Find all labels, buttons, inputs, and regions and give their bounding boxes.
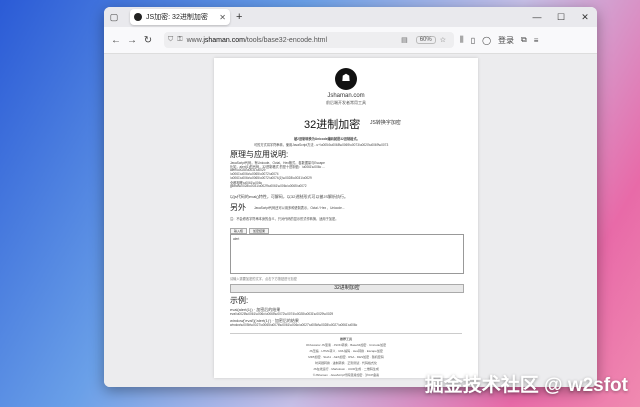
example1-code: eval\u0028\u0061\u006c\u0065\u0072\u0074…	[230, 312, 334, 316]
close-tab-icon[interactable]: ✕	[219, 13, 226, 22]
toolbar-right: ⫼ ▯ ◯ 登录 ⧉ ≡	[460, 35, 545, 46]
page-title: 32进制加密	[304, 119, 361, 131]
example2-code: window\u005b\u0027\u0065\u0076\u0061\u00…	[230, 323, 358, 327]
tab-bar: ▢ JS加密: 32进制加密 ✕ + — ☐ ✕	[104, 7, 597, 27]
watermark-text: 掘金技术社区 @ w2sfot	[424, 375, 628, 396]
footer-links-row[interactable]: Obfuscator JS混淆 · JSON转换 · Base64加密 · Un…	[214, 343, 478, 347]
intro-text: 可的方式将字符串转，使用JavaScript方法 - u+\u0054\u006…	[254, 143, 389, 147]
nav-bar: ← → ↻ ⛉ ⚿ www.jshaman.com/tools/base32-e…	[104, 27, 597, 54]
back-icon[interactable]: ←	[108, 35, 124, 46]
maximize-icon[interactable]: ☐	[549, 12, 573, 23]
section-example-heading: 示例:	[230, 296, 249, 305]
zoom-indicator[interactable]: 60%	[415, 36, 436, 44]
favicon-icon	[134, 13, 142, 21]
lock-icon: ⚿	[177, 36, 183, 43]
close-window-icon[interactable]: ✕	[573, 12, 597, 23]
site-tagline: 前后端开发者常用工具	[326, 100, 366, 105]
extensions-icon[interactable]: ⧉	[521, 35, 527, 45]
input-hint: 请输入需要加密的文字，点击下方按钮进行加密	[230, 277, 297, 281]
other-line: JavaScript代码还可以用多种进制表示，Octal / Hex 、Unic…	[254, 206, 345, 210]
footer-heading: 推荐工具	[339, 337, 352, 341]
input-textarea[interactable]: alert	[230, 234, 464, 274]
other-note: 注：不会修改字符串本身的含义，只对代码的显示形式作转换，适用于加密。	[230, 217, 339, 221]
bookmark-star-icon[interactable]: ☆	[440, 36, 446, 44]
textarea-content: alert	[233, 237, 240, 241]
login-label[interactable]: 登录	[498, 35, 514, 46]
account-icon[interactable]: ◯	[482, 36, 491, 45]
web-page: ☗ Jshaman.com 前后端开发者常用工具 32进制加密 JS转换字加密 …	[214, 58, 478, 378]
section-other-heading: 另外	[230, 203, 246, 212]
principle-line: global\u0028\u0031\u0029\u0061\u006c\u00…	[230, 184, 307, 188]
sidebar-icon[interactable]: ▯	[471, 36, 475, 45]
window-controls: — ☐ ✕	[525, 12, 597, 23]
page-title-side: JS转换字加密	[370, 120, 401, 126]
new-tab-button[interactable]: +	[236, 11, 242, 23]
notice-text: 被2进制转换为Unicode编码就是32进制格式。	[294, 137, 360, 141]
footer-links-row[interactable]: JS压缩 · HTML转义 · URL编码 · Hex转换 · Escape加密	[214, 349, 478, 353]
reload-icon[interactable]: ↻	[140, 35, 156, 46]
library-icon[interactable]: ⫼	[460, 35, 464, 45]
reader-icon[interactable]: ▤	[401, 36, 408, 44]
browser-window: ▢ JS加密: 32进制加密 ✕ + — ☐ ✕ ← → ↻ ⛉ ⚿ www.j…	[104, 7, 597, 387]
forward-icon[interactable]: →	[124, 35, 140, 46]
footer-links-row[interactable]: 时间戳转换 · 进制转换 · 正则测试 · 代码格式化	[214, 361, 478, 365]
site-name: Jshaman.com	[327, 93, 365, 99]
eval-line: 以js代码的eval()特性，可解码，以32进制形式可以被JS解析执行。	[230, 194, 349, 199]
minimize-icon[interactable]: —	[525, 12, 549, 23]
page-viewport: ☗ Jshaman.com 前后端开发者常用工具 32进制加密 JS转换字加密 …	[104, 54, 597, 387]
address-bar[interactable]: ⛉ ⚿ www.jshaman.com/tools/base32-encode.…	[164, 32, 454, 48]
active-tab[interactable]: JS加密: 32进制加密 ✕	[130, 9, 230, 25]
tab-title: JS加密: 32进制加密	[146, 14, 208, 21]
site-logo-icon[interactable]: ☗	[335, 68, 357, 90]
encrypt-button[interactable]: 32进制加密	[230, 284, 464, 293]
shield-icon: ⛉	[168, 36, 174, 43]
section-principle-heading: 原理与应用说明:	[230, 150, 289, 159]
footer-links-row[interactable]: MD5加密 · SHA1 · AES加密 · RSA · DES加密 · 随机密…	[214, 355, 478, 359]
menu-icon[interactable]: ≡	[534, 36, 539, 45]
footer-divider	[230, 333, 462, 334]
tab-overview-icon[interactable]: ▢	[104, 12, 124, 23]
url-text: www.jshaman.com/tools/base32-encode.html	[186, 36, 328, 44]
